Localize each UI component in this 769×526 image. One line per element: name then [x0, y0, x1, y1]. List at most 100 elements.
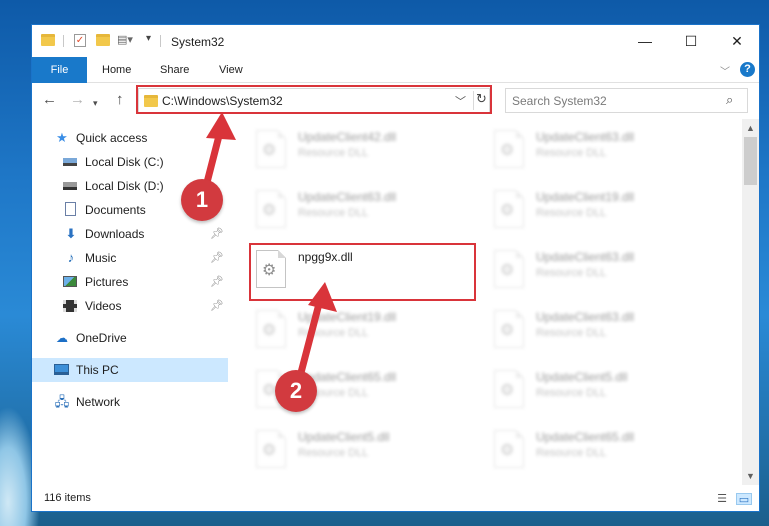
nav-item-music[interactable]: ♪ Music 📌︎: [32, 246, 228, 270]
dll-file-icon: ⚙: [256, 430, 286, 468]
forward-arrow-icon[interactable]: →: [70, 90, 85, 110]
file-item[interactable]: ⚙ UpdateClient65.dll Resource DLL: [486, 424, 716, 476]
navigation-pane: ★ Quick access Local Disk (C:) Local Dis…: [32, 119, 228, 485]
scrollbar-thumb[interactable]: [744, 137, 757, 185]
file-type: Resource DLL: [536, 267, 607, 279]
nav-item-pictures[interactable]: Pictures 📌︎: [32, 270, 228, 294]
up-arrow-icon[interactable]: ↑: [116, 90, 124, 110]
large-icons-view-icon[interactable]: ▭: [736, 493, 752, 506]
nav-item-this-pc[interactable]: This PC: [32, 358, 228, 382]
nav-item-label: This PC: [76, 363, 119, 377]
pin-icon[interactable]: 📌︎: [210, 275, 224, 288]
nav-item-label: Quick access: [76, 131, 148, 145]
details-view-icon[interactable]: ☰: [714, 493, 730, 505]
search-box[interactable]: ⌕: [505, 88, 748, 113]
close-button[interactable]: ✕: [714, 25, 759, 57]
divider: [160, 35, 161, 47]
recent-locations-chevron-icon[interactable]: ▾: [93, 93, 98, 113]
gear-icon: ⚙: [500, 202, 515, 219]
file-name: UpdateClient5.dll: [298, 430, 390, 444]
file-name: UpdateClient63.dll: [536, 310, 635, 324]
nav-item-videos[interactable]: Videos 📌︎: [32, 294, 228, 318]
file-item[interactable]: ⚙ UpdateClient63.dll Resource DLL: [486, 304, 716, 356]
file-highlight: [249, 243, 476, 301]
dll-file-icon: ⚙: [256, 130, 286, 168]
pin-icon[interactable]: 📌︎: [210, 299, 224, 312]
dll-file-icon: ⚙: [494, 250, 524, 288]
file-name: UpdateClient63.dll: [536, 130, 635, 144]
dll-file-icon: ⚙: [256, 190, 286, 228]
file-item[interactable]: ⚙ UpdateClient5.dll Resource DLL: [248, 424, 478, 476]
scroll-up-arrow-icon[interactable]: ▲: [746, 123, 755, 133]
music-icon: ♪: [67, 250, 75, 265]
gear-icon: ⚙: [500, 142, 515, 159]
expand-ribbon-chevron-icon[interactable]: ﹀: [720, 63, 730, 78]
file-name: UpdateClient19.dll: [536, 190, 635, 204]
file-item[interactable]: ⚙ UpdateClient19.dll Resource DLL: [248, 304, 478, 356]
nav-item-label: Videos: [85, 299, 122, 313]
nav-item-local-disk-c[interactable]: Local Disk (C:): [32, 150, 228, 174]
title-bar: ✓ ▤▾ ▾ System32 — ☐ ✕: [32, 25, 759, 57]
file-name: UpdateClient19.dll: [298, 310, 397, 324]
file-item[interactable]: ⚙ UpdateClient19.dll Resource DLL: [486, 184, 716, 236]
file-name: UpdateClient63.dll: [536, 250, 635, 264]
nav-item-downloads[interactable]: ⬇ Downloads 📌︎: [32, 222, 228, 246]
tab-share[interactable]: Share: [160, 57, 189, 83]
new-folder-icon[interactable]: [96, 34, 110, 46]
dll-file-icon: ⚙: [494, 430, 524, 468]
file-item[interactable]: ⚙ UpdateClient5.dll Resource DLL: [486, 364, 716, 416]
dll-file-icon: ⚙: [256, 310, 286, 348]
dll-file-icon: ⚙: [494, 370, 524, 408]
videos-icon: [63, 298, 79, 314]
this-pc-icon: [54, 362, 70, 378]
minimize-button[interactable]: —: [622, 25, 668, 57]
documents-icon: [63, 202, 79, 218]
item-count: 116 items: [44, 492, 91, 504]
window-title: System32: [171, 35, 225, 49]
nav-item-label: Pictures: [85, 275, 129, 289]
file-item[interactable]: ⚙ UpdateClient42.dll Resource DLL: [248, 124, 478, 176]
maximize-button[interactable]: ☐: [668, 25, 714, 57]
nav-item-label: Local Disk (C:): [85, 155, 164, 169]
tab-file[interactable]: File: [32, 57, 87, 83]
step-1-badge: 1: [181, 179, 223, 221]
search-icon[interactable]: ⌕: [726, 92, 733, 108]
file-type: Resource DLL: [298, 147, 369, 159]
file-name: UpdateClient63.dll: [298, 190, 397, 204]
nav-item-quick-access[interactable]: ★ Quick access: [32, 126, 228, 150]
file-item[interactable]: ⚙ UpdateClient63.dll Resource DLL: [248, 184, 478, 236]
pictures-icon: [63, 274, 79, 290]
tab-view[interactable]: View: [219, 57, 243, 83]
nav-item-label: Network: [76, 395, 121, 409]
file-type: Resource DLL: [536, 387, 607, 399]
step-2-badge: 2: [275, 370, 317, 412]
star-icon: ★: [56, 130, 68, 145]
gear-icon: ⚙: [262, 322, 277, 339]
pin-icon[interactable]: 📌︎: [210, 227, 224, 240]
folder-icon: [41, 34, 55, 46]
vertical-scrollbar[interactable]: ▲ ▼: [742, 119, 759, 485]
gear-icon: ⚙: [500, 382, 515, 399]
status-bar: 116 items ☰ ▭: [32, 485, 759, 511]
nav-item-label: Music: [85, 251, 117, 265]
gear-icon: ⚙: [500, 322, 515, 339]
properties-check-icon[interactable]: ✓: [74, 34, 86, 47]
pin-icon[interactable]: 📌︎: [210, 251, 224, 264]
nav-item-label: Local Disk (D:): [85, 179, 164, 193]
nav-item-onedrive[interactable]: ☁ OneDrive: [32, 326, 228, 350]
nav-item-label: Documents: [85, 203, 146, 217]
back-arrow-icon[interactable]: ←: [42, 90, 57, 110]
disk-icon: [63, 178, 79, 194]
nav-item-network[interactable]: 🖧︎ Network: [32, 390, 228, 414]
search-input[interactable]: [512, 92, 712, 109]
gear-icon: ⚙: [262, 442, 277, 459]
file-item[interactable]: ⚙ UpdateClient63.dll Resource DLL: [486, 244, 716, 296]
scroll-down-arrow-icon[interactable]: ▼: [746, 471, 755, 481]
customize-toolbar-icon[interactable]: ▤▾: [117, 34, 133, 46]
file-item[interactable]: ⚙ UpdateClient63.dll Resource DLL: [486, 124, 716, 176]
disk-icon: [63, 154, 79, 170]
tab-home[interactable]: Home: [102, 57, 131, 83]
dll-file-icon: ⚙: [494, 310, 524, 348]
chevron-down-icon[interactable]: ▾: [146, 33, 151, 44]
help-icon[interactable]: ?: [740, 62, 755, 77]
